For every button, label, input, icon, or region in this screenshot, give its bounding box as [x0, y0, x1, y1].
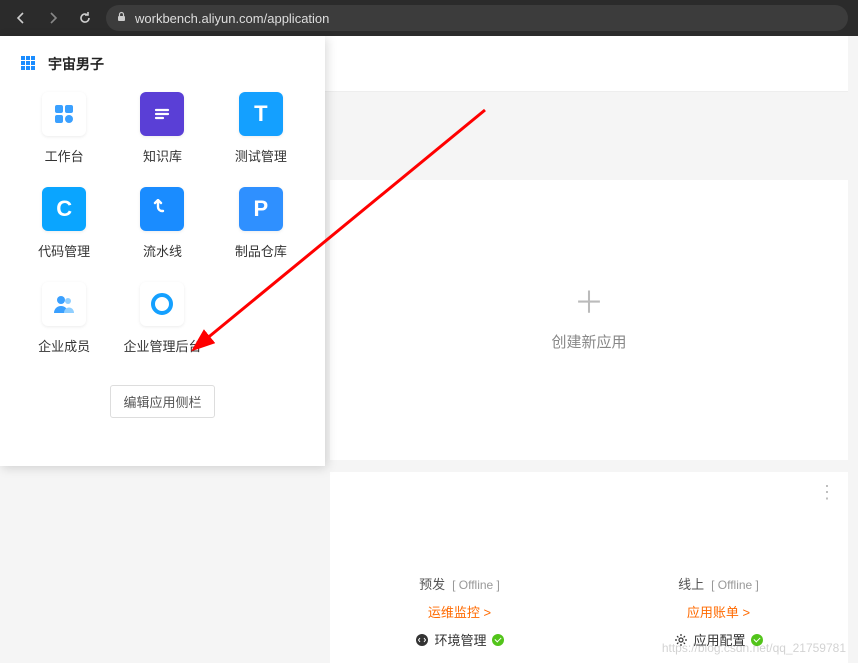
app-item-test[interactable]: T 测试管理	[217, 92, 305, 165]
test-icon: T	[239, 92, 283, 136]
reload-button[interactable]	[74, 7, 96, 29]
back-button[interactable]	[10, 7, 32, 29]
app-item-admin[interactable]: 企业管理后台	[118, 282, 206, 355]
forward-button[interactable]	[42, 7, 64, 29]
app-label: 测试管理	[235, 146, 287, 165]
code-preview-icon	[415, 633, 429, 647]
knowledge-icon	[140, 92, 184, 136]
env-online-name: 线上	[678, 577, 704, 592]
pipeline-icon	[140, 187, 184, 231]
app-item-workbench[interactable]: 工作台	[20, 92, 108, 165]
env-online: 线上 [ Offline ]	[589, 574, 848, 593]
address-bar[interactable]: workbench.aliyun.com/application	[106, 5, 848, 31]
app-label: 企业成员	[38, 336, 90, 355]
env-prepub-name: 预发	[419, 577, 445, 592]
edit-sidebar-button[interactable]: 编辑应用侧栏	[110, 385, 214, 418]
dropdown-header: 宇宙男子	[20, 54, 305, 74]
link-row: 运维监控 > 应用账单 >	[330, 602, 848, 621]
url-text: workbench.aliyun.com/application	[135, 11, 329, 26]
app-item-members[interactable]: 企业成员	[20, 282, 108, 355]
env-manage-status[interactable]: 环境管理	[330, 630, 589, 649]
env-prepub: 预发 [ Offline ]	[330, 574, 589, 593]
app-label: 企业管理后台	[123, 336, 201, 355]
env-prepub-status: Offline	[459, 578, 493, 592]
env-online-status: Offline	[718, 578, 752, 592]
app-label: 流水线	[143, 241, 182, 260]
plus-icon: ＋	[574, 289, 604, 319]
admin-icon	[140, 282, 184, 326]
watermark: https://blog.csdn.net/qq_21759781	[662, 641, 846, 655]
more-icon[interactable]: ⋮	[818, 482, 834, 503]
main-header-stub	[325, 36, 848, 92]
lock-icon	[116, 11, 127, 25]
org-name: 宇宙男子	[48, 54, 104, 74]
app-item-artifact[interactable]: P 制品仓库	[217, 187, 305, 260]
code-icon: C	[42, 187, 86, 231]
workbench-icon	[42, 92, 86, 136]
members-icon	[42, 282, 86, 326]
app-label: 制品仓库	[235, 241, 287, 260]
app-grid: 工作台 知识库 T 测试管理 C 代码管理 流水线 P 制品仓库	[20, 92, 305, 355]
app-label: 工作台	[45, 146, 84, 165]
ops-monitor-link[interactable]: 运维监控 >	[330, 602, 589, 621]
env-row: 预发 [ Offline ] 线上 [ Offline ]	[330, 574, 848, 593]
ok-icon	[492, 634, 504, 646]
create-app-label: 创建新应用	[551, 331, 626, 352]
app-label: 知识库	[143, 146, 182, 165]
apps-grid-icon[interactable]	[20, 55, 38, 73]
env-manage-label: 环境管理	[434, 630, 486, 649]
app-item-pipeline[interactable]: 流水线	[118, 187, 206, 260]
app-label: 代码管理	[38, 241, 90, 260]
app-item-code[interactable]: C 代码管理	[20, 187, 108, 260]
artifact-icon: P	[239, 187, 283, 231]
browser-bar: workbench.aliyun.com/application	[0, 0, 858, 36]
app-dropdown-panel: 宇宙男子 工作台 知识库 T 测试管理 C 代码管理 流水线	[0, 36, 325, 466]
app-item-knowledge[interactable]: 知识库	[118, 92, 206, 165]
app-bill-link[interactable]: 应用账单 >	[589, 602, 848, 621]
app-env-card: ⋮ 预发 [ Offline ] 线上 [ Offline ] 运维监控 > 应…	[330, 472, 848, 663]
create-app-card[interactable]: ＋ 创建新应用	[330, 180, 848, 460]
